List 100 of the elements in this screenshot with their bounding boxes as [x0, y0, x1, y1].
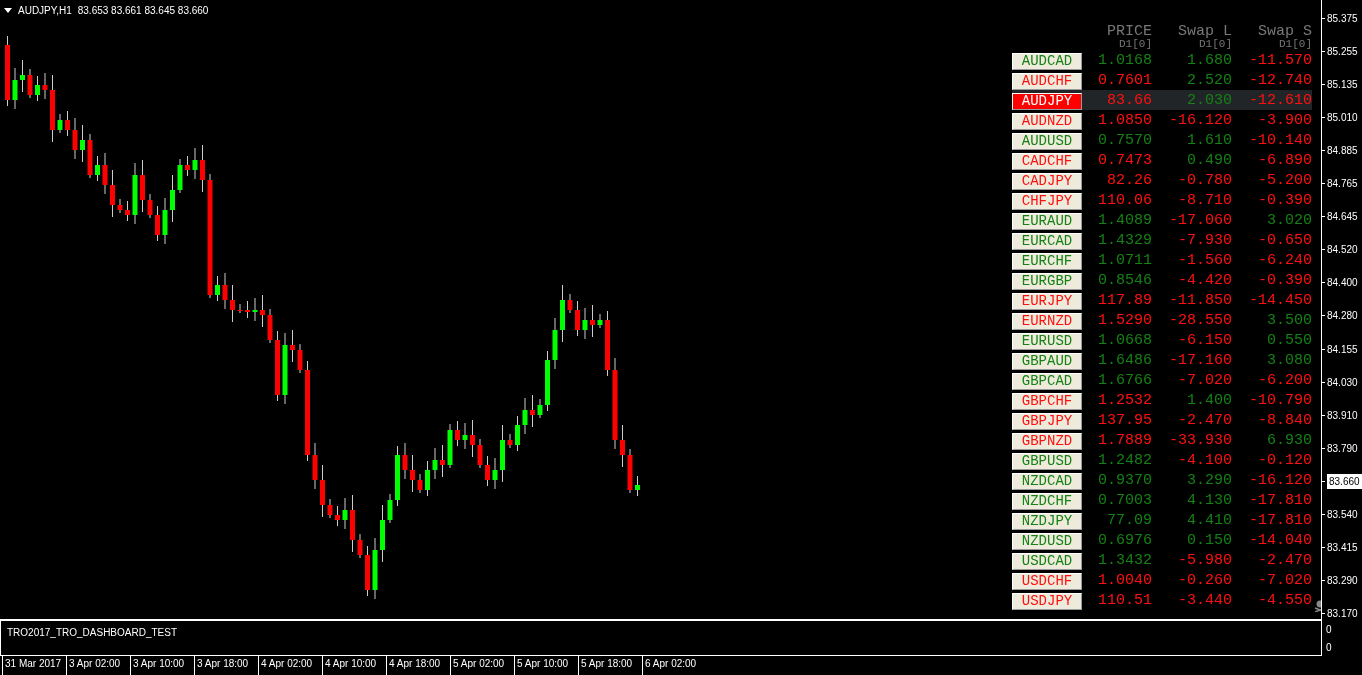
price-cell-text: 117.89	[1097, 291, 1152, 311]
swap-long-cell-text: -8.710	[1177, 191, 1232, 211]
price-cell-text: 1.0168	[1097, 51, 1152, 71]
swap-short-cell-text: -14.450	[1248, 291, 1312, 311]
swap-short-cell-text: -16.120	[1248, 471, 1312, 491]
symbol-button[interactable]: NZDJPY	[1012, 512, 1082, 530]
swap-short-cell-text: -14.040	[1248, 531, 1312, 551]
price-tick-label: 83.290	[1327, 574, 1358, 589]
swap-long-cell-text: -33.930	[1168, 431, 1232, 451]
swap-short-cell-text: -2.470	[1257, 551, 1312, 571]
price-tick-label: 84.155	[1327, 342, 1358, 357]
symbol-button[interactable]: NZDUSD	[1012, 532, 1082, 550]
swap-short-cell-text: 0.550	[1266, 331, 1312, 351]
price-cell-text: 1.0668	[1097, 331, 1152, 351]
price-cell-text: 0.7003	[1097, 491, 1152, 511]
price-tick-label: 83.415	[1327, 541, 1358, 556]
price-tick-label: 84.645	[1327, 210, 1358, 225]
swap-long-cell-text: 2.520	[1186, 71, 1232, 91]
swap-short-cell-text: -12.610	[1248, 91, 1312, 111]
swap-long-cell-text: -1.560	[1177, 251, 1232, 271]
symbol-button[interactable]: GBPUSD	[1012, 452, 1082, 470]
swap-long-cell-text: -0.260	[1177, 571, 1232, 591]
time-tick-label: 3 Apr 02:00	[66, 656, 130, 675]
symbol-button[interactable]: EURGBP	[1012, 272, 1082, 290]
symbol-button[interactable]: EURJPY	[1012, 292, 1082, 310]
swap-long-cell-text: 2.030	[1186, 91, 1232, 111]
swap-short-cell-text: -4.550	[1257, 591, 1312, 611]
swap-short-cell-text: -5.200	[1257, 171, 1312, 191]
time-tick-label: 5 Apr 02:00	[450, 656, 514, 675]
swap-long-cell-text: 0.150	[1186, 531, 1232, 551]
swap-long-cell-text: -4.420	[1177, 271, 1232, 291]
symbol-button[interactable]: CADJPY	[1012, 172, 1082, 190]
price-tick-label: 84.280	[1327, 309, 1358, 324]
symbol-button[interactable]: GBPCAD	[1012, 372, 1082, 390]
swap-short-cell-text: -6.890	[1257, 151, 1312, 171]
swap-long-cell-text: -7.020	[1177, 371, 1232, 391]
axis-label: 0	[1326, 622, 1333, 637]
swap-short-cell-text: -7.020	[1257, 571, 1312, 591]
symbol-button[interactable]: NZDCHF	[1012, 492, 1082, 510]
swap-long-cell-text: -5.980	[1177, 551, 1232, 571]
price-tick-label: 85.135	[1327, 77, 1358, 92]
column-subheader: D1[0]	[1199, 39, 1232, 50]
symbol-button[interactable]: AUDNZD	[1012, 112, 1082, 130]
time-tick-label: 4 Apr 10:00	[322, 656, 386, 675]
price-cell-text: 1.6766	[1097, 371, 1152, 391]
symbol-button[interactable]: NZDCAD	[1012, 472, 1082, 490]
symbol-button[interactable]: USDJPY	[1012, 592, 1082, 610]
price-cell-text: 0.8546	[1097, 271, 1152, 291]
symbol-button[interactable]: EURCHF	[1012, 252, 1082, 270]
swap-long-cell-text: -11.850	[1168, 291, 1232, 311]
symbol-button[interactable]: EURUSD	[1012, 332, 1082, 350]
swap-short-cell-text: -0.390	[1257, 191, 1312, 211]
chart-symbol: AUDJPY,H1	[18, 4, 72, 18]
price-cell-text: 0.7601	[1097, 71, 1152, 91]
time-tick-label: 3 Apr 10:00	[130, 656, 194, 675]
swap-long-cell-text: -6.150	[1177, 331, 1232, 351]
price-tick-label: 85.255	[1327, 44, 1358, 59]
swap-short-cell-text: -11.570	[1248, 51, 1312, 71]
symbol-button[interactable]: GBPJPY	[1012, 412, 1082, 430]
symbol-button[interactable]: CADCHF	[1012, 152, 1082, 170]
chart-ohlc: 83.653 83.661 83.645 83.660	[77, 4, 209, 18]
price-cell-text: 1.2482	[1097, 451, 1152, 471]
price-tick-label: 84.885	[1327, 143, 1358, 158]
symbol-button[interactable]: CHFJPY	[1012, 192, 1082, 210]
swap-short-cell-text: 3.080	[1266, 351, 1312, 371]
price-cell-text: 137.95	[1097, 411, 1152, 431]
symbol-button[interactable]: AUDUSD	[1012, 132, 1082, 150]
symbol-button[interactable]: AUDCHF	[1012, 72, 1082, 90]
symbol-button[interactable]: GBPNZD	[1012, 432, 1082, 450]
swap-long-cell-text: -0.780	[1177, 171, 1232, 191]
price-tick-label: 84.400	[1327, 276, 1358, 291]
price-cell-text: 1.4089	[1097, 211, 1152, 231]
price-cell-text: 1.0040	[1097, 571, 1152, 591]
column-subheader: D1[0]	[1279, 39, 1312, 50]
price-cell-text: 0.6976	[1097, 531, 1152, 551]
dropdown-icon[interactable]	[4, 8, 12, 13]
time-tick-label: 4 Apr 18:00	[386, 656, 450, 675]
symbol-button[interactable]: EURNZD	[1012, 312, 1082, 330]
symbol-button[interactable]: AUDJPY	[1012, 92, 1082, 110]
column-header: Swap L	[1177, 24, 1232, 39]
column-subheader: D1[0]	[1118, 39, 1152, 50]
symbol-button[interactable]: AUDCAD	[1012, 52, 1082, 70]
swap-long-cell-text: -3.440	[1177, 591, 1232, 611]
price-cell-text: 110.51	[1097, 591, 1152, 611]
symbol-button[interactable]: EURAUD	[1012, 212, 1082, 230]
swap-long-cell-text: 3.290	[1186, 471, 1232, 491]
price-cell-text: 1.5290	[1097, 311, 1152, 331]
price-cell-text: 1.3432	[1097, 551, 1152, 571]
swap-short-cell-text: -12.740	[1248, 71, 1312, 91]
symbol-button[interactable]: USDCHF	[1012, 572, 1082, 590]
time-tick-label: 5 Apr 10:00	[514, 656, 578, 675]
swap-long-cell-text: -16.120	[1168, 111, 1232, 131]
symbol-button[interactable]: EURCAD	[1012, 232, 1082, 250]
swap-long-cell-text: 4.410	[1186, 511, 1232, 531]
symbol-button[interactable]: GBPCHF	[1012, 392, 1082, 410]
symbol-button[interactable]: USDCAD	[1012, 552, 1082, 570]
price-cell-text: 83.66	[1106, 91, 1152, 111]
swap-long-cell-text: -7.930	[1177, 231, 1232, 251]
symbol-button[interactable]: GBPAUD	[1012, 352, 1082, 370]
price-cell-text: 1.4329	[1097, 231, 1152, 251]
